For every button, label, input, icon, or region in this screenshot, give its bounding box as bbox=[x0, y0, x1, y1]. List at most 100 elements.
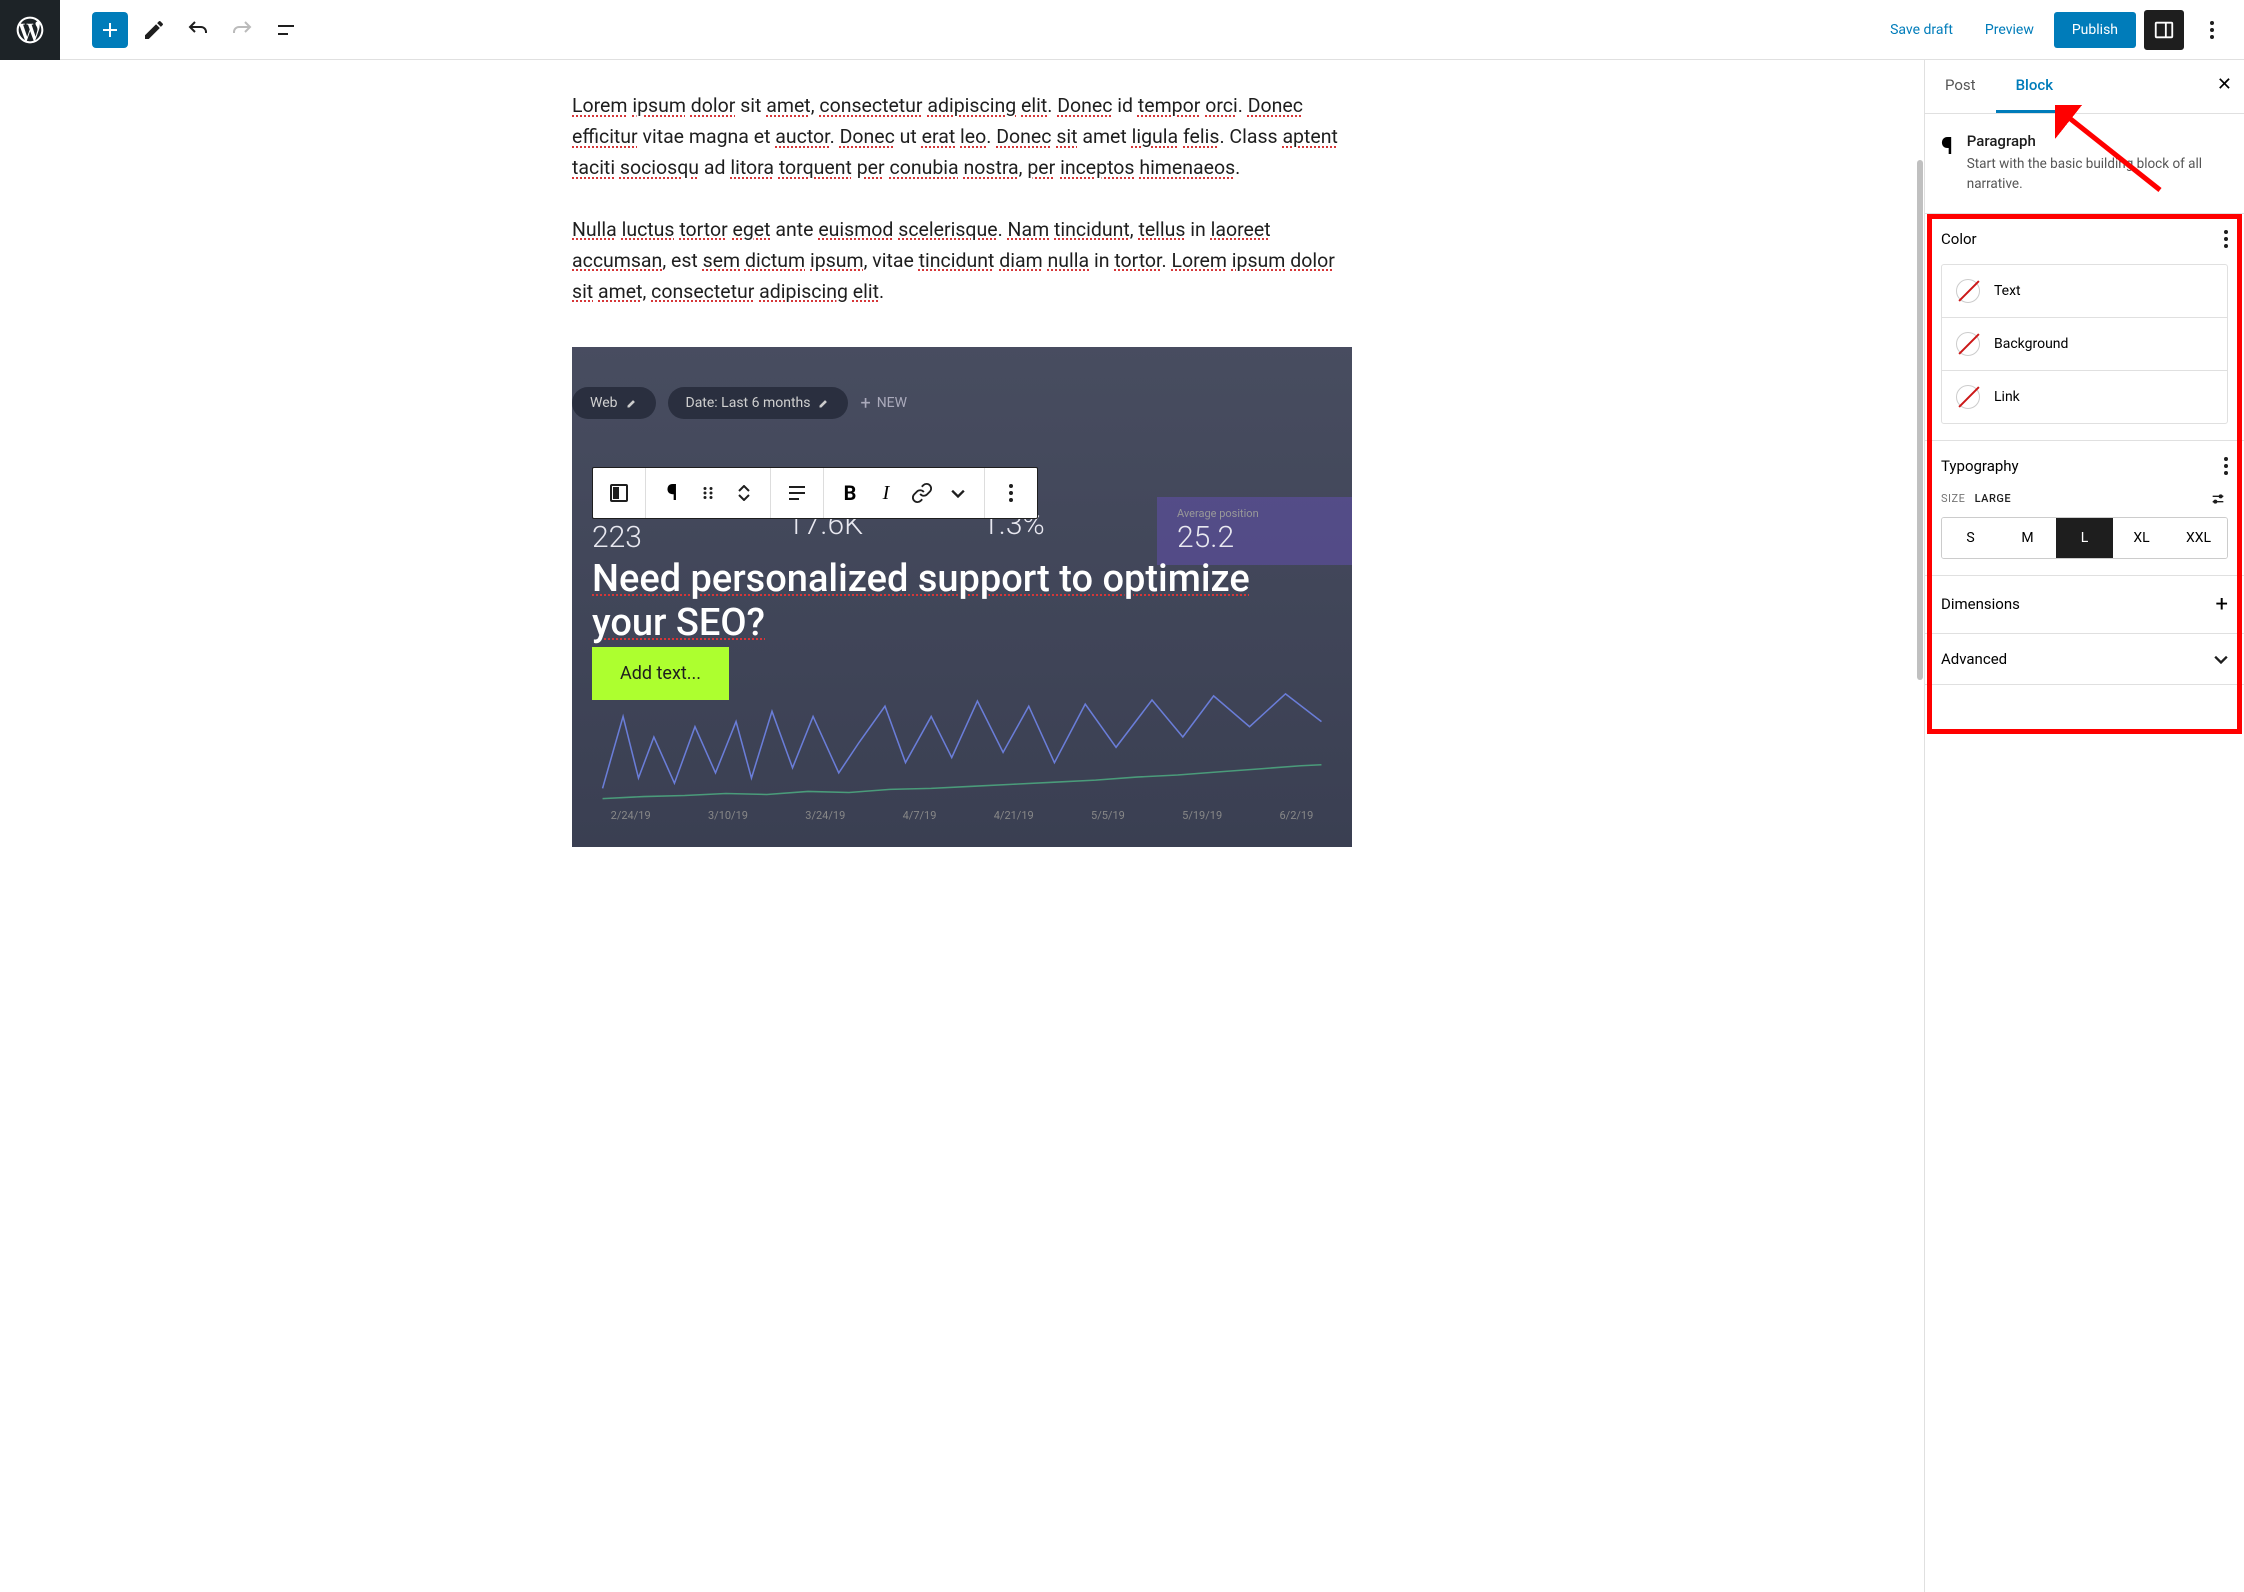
size-btn-xxl[interactable]: XXL bbox=[2170, 518, 2227, 558]
undo-button[interactable] bbox=[180, 12, 216, 48]
empty-swatch-icon bbox=[1956, 332, 1980, 356]
tab-block[interactable]: Block bbox=[1996, 60, 2073, 113]
panel-typography-header[interactable]: Typography bbox=[1925, 441, 2244, 491]
panel-advanced: Advanced bbox=[1925, 634, 2244, 685]
stat-4: Average position25.2 bbox=[1157, 497, 1352, 565]
toolbar-right: Save draft Preview Publish bbox=[1878, 10, 2244, 50]
chevron-down-icon bbox=[738, 493, 750, 501]
cover-heading-text: Need personalized support to optimize yo… bbox=[592, 557, 1250, 645]
bold-button[interactable]: B bbox=[832, 475, 868, 511]
size-btn-m[interactable]: M bbox=[1999, 518, 2056, 558]
panel-typography: Typography SIZE LARGE SMLXLXXL bbox=[1925, 441, 2244, 576]
color-background[interactable]: Background bbox=[1942, 318, 2227, 371]
chip-web: Web bbox=[572, 387, 656, 419]
align-icon bbox=[785, 481, 809, 505]
scrollbar-thumb[interactable] bbox=[1917, 160, 1923, 680]
size-value: LARGE bbox=[1975, 492, 2011, 505]
pencil-icon bbox=[142, 18, 166, 42]
move-arrows[interactable] bbox=[726, 475, 762, 511]
chip-date-label: Date: Last 6 months bbox=[686, 395, 811, 411]
plus-icon: + bbox=[2216, 592, 2228, 617]
chevron-down-icon bbox=[951, 488, 965, 498]
block-more-button[interactable] bbox=[993, 475, 1029, 511]
publish-button[interactable]: Publish bbox=[2054, 12, 2136, 48]
empty-swatch-icon bbox=[1956, 385, 1980, 409]
color-link[interactable]: Link bbox=[1942, 371, 2227, 423]
paragraph-block-icon bbox=[607, 481, 631, 505]
size-btn-xl[interactable]: XL bbox=[2113, 518, 2170, 558]
top-toolbar: Save draft Preview Publish bbox=[0, 0, 2244, 60]
drag-icon bbox=[699, 484, 717, 502]
more-format-button[interactable] bbox=[940, 475, 976, 511]
stat-value: 25.2 bbox=[1177, 520, 1332, 555]
plus-icon bbox=[98, 18, 122, 42]
chevron-down-icon bbox=[2214, 654, 2228, 664]
sidebar-tabs: Post Block ✕ bbox=[1925, 60, 2244, 114]
color-label: Text bbox=[1994, 283, 2021, 299]
paragraph-block-1[interactable]: Lorem ipsum dolor sit amet, consectetur … bbox=[572, 90, 1352, 184]
block-type-button[interactable] bbox=[601, 475, 637, 511]
add-block-button[interactable] bbox=[92, 12, 128, 48]
more-options-button[interactable] bbox=[2192, 10, 2232, 50]
size-btn-s[interactable]: S bbox=[1942, 518, 1999, 558]
panel-title: Typography bbox=[1941, 457, 2019, 475]
settings-sidebar-toggle[interactable] bbox=[2144, 10, 2184, 50]
analytics-chips: Web Date: Last 6 months +NEW bbox=[572, 387, 907, 419]
settings-sidebar: Post Block ✕ ¶ Paragraph Start with the … bbox=[1924, 60, 2244, 1592]
close-sidebar-button[interactable]: ✕ bbox=[2217, 74, 2232, 95]
tab-post[interactable]: Post bbox=[1925, 60, 1996, 113]
align-button[interactable] bbox=[779, 475, 815, 511]
color-list: Text Background Link bbox=[1941, 264, 2228, 424]
pencil-icon bbox=[626, 397, 638, 409]
size-btn-l[interactable]: L bbox=[2056, 518, 2113, 558]
sidebar-icon bbox=[2153, 19, 2175, 41]
panel-dimensions: Dimensions + bbox=[1925, 576, 2244, 634]
editor-canvas[interactable]: Lorem ipsum dolor sit amet, consectetur … bbox=[0, 60, 1924, 1592]
wordpress-logo[interactable] bbox=[0, 0, 60, 60]
italic-button[interactable]: I bbox=[868, 475, 904, 511]
undo-icon bbox=[186, 18, 210, 42]
analytics-chart: 2/24/193/10/193/24/194/7/194/21/195/5/19… bbox=[582, 647, 1342, 827]
color-label: Link bbox=[1994, 389, 2020, 405]
chevron-up-icon bbox=[738, 485, 750, 493]
dots-vertical-icon[interactable] bbox=[2224, 464, 2228, 468]
pencil-icon bbox=[818, 397, 830, 409]
size-label: SIZE bbox=[1941, 492, 1965, 505]
line-chart-icon bbox=[582, 647, 1342, 827]
link-icon bbox=[911, 482, 933, 504]
cover-heading[interactable]: Need personalized support to optimize yo… bbox=[592, 557, 1332, 645]
sliders-icon[interactable] bbox=[2208, 491, 2228, 507]
paragraph-block-2[interactable]: Nulla luctus tortor eget ante euismod sc… bbox=[572, 214, 1352, 308]
drag-handle[interactable] bbox=[690, 475, 726, 511]
dots-vertical-icon bbox=[1009, 491, 1013, 495]
panel-color-header[interactable]: Color bbox=[1925, 214, 2244, 264]
block-info-title: Paragraph bbox=[1967, 132, 2228, 150]
stat-value: 223 bbox=[592, 520, 747, 555]
edit-mode-button[interactable] bbox=[136, 12, 172, 48]
block-info-desc: Start with the basic building block of a… bbox=[1967, 154, 2228, 195]
chip-date: Date: Last 6 months bbox=[668, 387, 849, 419]
preview-button[interactable]: Preview bbox=[1973, 14, 2046, 46]
color-label: Background bbox=[1994, 336, 2068, 352]
panel-advanced-header[interactable]: Advanced bbox=[1925, 634, 2244, 684]
chip-web-label: Web bbox=[590, 395, 618, 411]
block-toolbar: ¶ B I bbox=[592, 467, 1038, 519]
redo-button[interactable] bbox=[224, 12, 260, 48]
panel-dimensions-header[interactable]: Dimensions + bbox=[1925, 576, 2244, 633]
redo-icon bbox=[230, 18, 254, 42]
panel-title: Dimensions bbox=[1941, 595, 2020, 613]
block-info: ¶ Paragraph Start with the basic buildin… bbox=[1925, 114, 2244, 214]
chart-axis-labels: 2/24/193/10/193/24/194/7/194/21/195/5/19… bbox=[582, 809, 1342, 822]
dots-vertical-icon[interactable] bbox=[2224, 237, 2228, 241]
editor-scrollbar[interactable] bbox=[1916, 60, 1924, 1592]
save-draft-button[interactable]: Save draft bbox=[1878, 14, 1965, 46]
panel-title: Color bbox=[1941, 230, 1977, 248]
toolbar-left bbox=[0, 0, 304, 60]
stat-label: Average position bbox=[1177, 507, 1332, 520]
transform-button[interactable]: ¶ bbox=[654, 475, 690, 511]
document-overview-button[interactable] bbox=[268, 12, 304, 48]
color-text[interactable]: Text bbox=[1942, 265, 2227, 318]
cover-block[interactable]: Web Date: Last 6 months +NEW Tot223 17.6… bbox=[572, 347, 1352, 847]
paragraph-icon: ¶ bbox=[1941, 132, 1953, 195]
link-button[interactable] bbox=[904, 475, 940, 511]
